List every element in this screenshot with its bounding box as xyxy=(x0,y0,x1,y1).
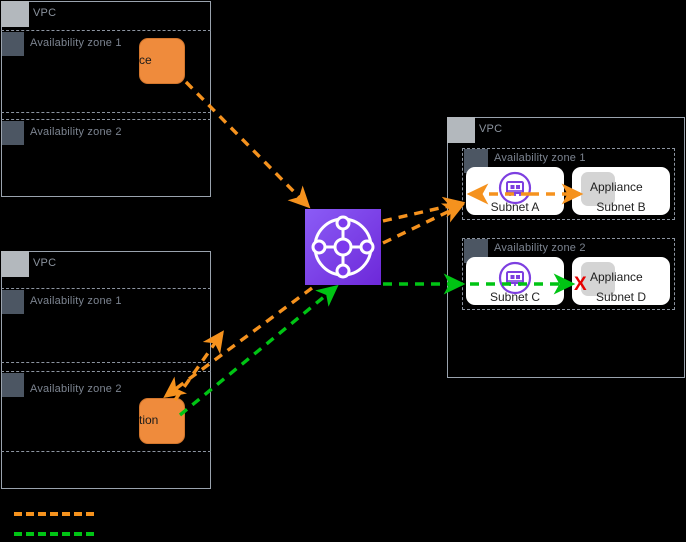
subnet-b-appliance-label: Appliance xyxy=(590,180,643,194)
source-az1-divider xyxy=(1,30,211,31)
blocked-traffic-marker: X xyxy=(574,274,587,295)
subnet-b-label: Subnet B xyxy=(596,200,646,214)
subnet-c-label: Subnet C xyxy=(489,290,541,304)
vpc-icon xyxy=(1,1,29,27)
legend-green-line xyxy=(14,532,94,536)
subnet-a-label: Subnet A xyxy=(490,200,540,214)
destination-vpc-label: VPC xyxy=(33,257,57,269)
source-az1-bottom-divider xyxy=(1,112,211,113)
source-resource-label: ce xyxy=(139,53,152,67)
appliance-az1-label: Availability zone 1 xyxy=(494,152,586,164)
availability-zone-icon xyxy=(2,121,24,145)
destination-az2-label: Availability zone 2 xyxy=(30,383,122,395)
legend-orange-line xyxy=(14,512,94,516)
appliance-az2-label: Availability zone 2 xyxy=(494,242,586,254)
availability-zone-icon xyxy=(2,290,24,314)
availability-zone-icon xyxy=(2,373,24,397)
destination-az1-divider xyxy=(1,288,211,289)
vpc-icon xyxy=(1,251,29,277)
subnet-d-appliance-label: Appliance xyxy=(590,270,643,284)
appliance-vpc-label: VPC xyxy=(479,123,503,135)
source-az2-label: Availability zone 2 xyxy=(30,126,122,138)
destination-az2-divider xyxy=(1,371,211,372)
destination-az1-label: Availability zone 1 xyxy=(30,295,122,307)
source-az2-divider xyxy=(1,119,211,120)
availability-zone-icon xyxy=(2,32,24,56)
transit-gateway-icon[interactable] xyxy=(305,209,381,285)
source-az1-label: Availability zone 1 xyxy=(30,37,122,49)
source-vpc-label: VPC xyxy=(33,7,57,19)
vpc-icon xyxy=(447,117,475,143)
destination-vpc-group xyxy=(1,251,211,489)
destination-az2-bottom-divider xyxy=(1,451,211,452)
destination-resource-label: tion xyxy=(139,413,159,427)
destination-az1-bottom-divider xyxy=(1,362,211,363)
diagram-canvas: VPC Availability zone 1 Availability zon… xyxy=(0,0,686,542)
